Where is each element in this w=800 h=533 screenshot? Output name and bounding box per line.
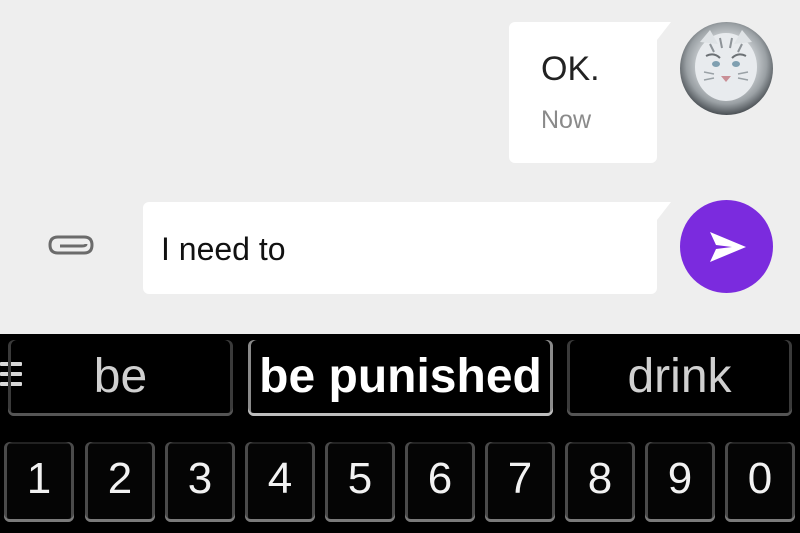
key-7[interactable]: 7: [485, 442, 555, 522]
message-bubble[interactable]: OK. Now: [509, 22, 671, 163]
compose-input[interactable]: I need to: [143, 202, 671, 294]
key-0[interactable]: 0: [725, 442, 795, 522]
send-icon: [710, 232, 746, 262]
key-8[interactable]: 8: [565, 442, 635, 522]
key-4[interactable]: 4: [245, 442, 315, 522]
chat-area: OK. Now I need to: [0, 0, 800, 334]
message-text: OK.: [541, 50, 600, 88]
avatar[interactable]: [680, 22, 773, 115]
compose-text: I need to: [161, 231, 286, 267]
suggestion-3[interactable]: drink: [567, 340, 792, 416]
white-tiger-avatar-image: [695, 30, 757, 101]
key-2[interactable]: 2: [85, 442, 155, 522]
message-time: Now: [541, 106, 592, 134]
key-3[interactable]: 3: [165, 442, 235, 522]
suggestion-2[interactable]: be punished: [248, 340, 553, 416]
key-5[interactable]: 5: [325, 442, 395, 522]
suggestion-1[interactable]: be: [8, 340, 233, 416]
attach-button[interactable]: [44, 225, 100, 269]
key-1[interactable]: 1: [4, 442, 74, 522]
send-button[interactable]: [680, 200, 773, 293]
key-6[interactable]: 6: [405, 442, 475, 522]
key-9[interactable]: 9: [645, 442, 715, 522]
paperclip-icon: [48, 235, 94, 255]
